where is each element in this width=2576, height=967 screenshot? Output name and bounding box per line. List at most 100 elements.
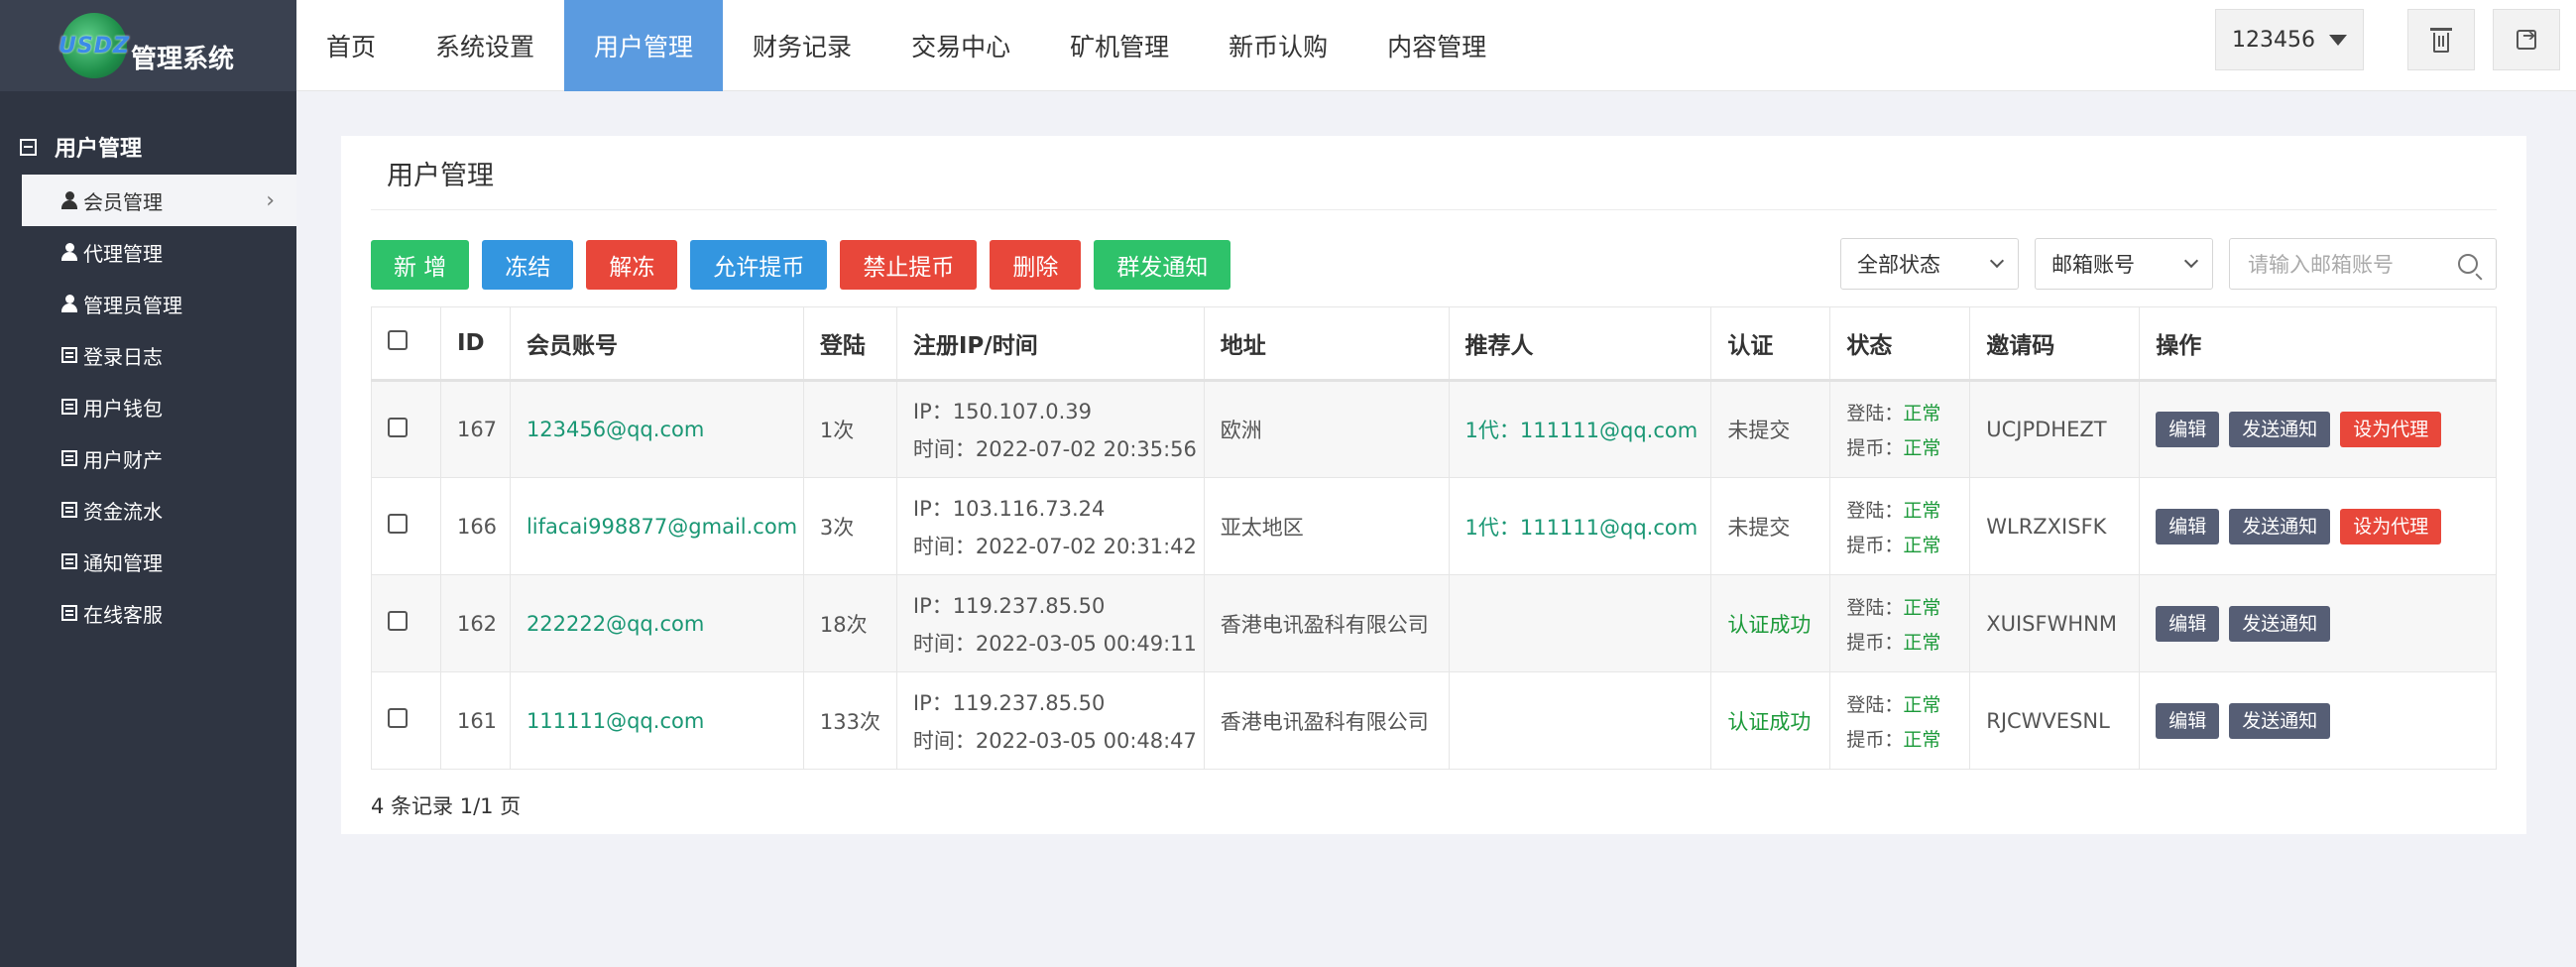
user-dropdown[interactable]: 123456 — [2215, 9, 2364, 70]
person-icon — [59, 243, 79, 261]
cell-referrer — [1448, 671, 1712, 770]
select-all-checkbox[interactable] — [388, 330, 408, 350]
cell-auth: 认证成功 — [1710, 671, 1831, 770]
sidebar-item-assets[interactable]: 用户财产 — [0, 432, 296, 484]
sidebar-item-login-log[interactable]: 登录日志 — [0, 329, 296, 381]
nav-trading[interactable]: 交易中心 — [881, 0, 1040, 91]
sidebar: USDZ 管理系统 用户管理 会员管理 › 代理管理 管理员管理 登录日志 用户… — [0, 0, 296, 967]
cell-status: 登陆：正常 提币：正常 — [1829, 574, 1971, 672]
cell-account[interactable]: 111111@qq.com — [509, 671, 804, 770]
cell-account[interactable]: lifacai998877@gmail.com — [509, 477, 804, 575]
cell-auth: 未提交 — [1710, 477, 1831, 575]
edit-button[interactable]: 编辑 — [2156, 605, 2220, 642]
send-notification-button[interactable]: 发送通知 — [2229, 702, 2331, 739]
cell-referrer[interactable]: 1代：111111@qq.com — [1448, 477, 1712, 575]
sidebar-group-user-management[interactable]: 用户管理 — [0, 119, 296, 175]
nav-user-management[interactable]: 用户管理 — [564, 0, 724, 91]
delete-button[interactable]: 删除 — [990, 240, 1082, 290]
send-notification-button[interactable]: 发送通知 — [2229, 412, 2331, 447]
col-header: 会员账号 — [509, 306, 804, 382]
nav-system-settings[interactable]: 系统设置 — [406, 0, 564, 91]
cell-referrer[interactable]: 1代：111111@qq.com — [1448, 380, 1712, 478]
col-header: 登陆 — [802, 306, 897, 382]
chevron-down-icon — [2183, 253, 2199, 269]
cell-status: 登陆：正常 提币：正常 — [1829, 477, 1971, 575]
broadcast-button[interactable]: 群发通知 — [1094, 240, 1231, 290]
nav-home[interactable]: 首页 — [296, 0, 406, 91]
withdraw-status-value: 正常 — [1903, 534, 1941, 556]
edit-button[interactable]: 编辑 — [2156, 412, 2220, 447]
reg-time: 时间：2022-07-02 20:31:42 — [912, 534, 1197, 558]
col-header: ID — [439, 306, 511, 382]
forbid-withdraw-button[interactable]: 禁止提币 — [840, 240, 978, 290]
row-checkbox[interactable] — [388, 514, 408, 534]
collapse-icon — [20, 138, 37, 156]
cell-id: 167 — [439, 380, 511, 478]
allow-withdraw-button[interactable]: 允许提币 — [690, 240, 828, 290]
withdraw-status-value: 正常 — [1903, 728, 1941, 751]
unfreeze-button[interactable]: 解冻 — [586, 240, 678, 290]
sidebar-item-admins[interactable]: 管理员管理 — [0, 278, 296, 329]
withdraw-status-value: 正常 — [1903, 437, 1941, 459]
sidebar-item-label: 用户钱包 — [83, 396, 163, 421]
reg-time: 时间：2022-03-05 00:49:11 — [912, 631, 1197, 656]
nav-content[interactable]: 内容管理 — [1357, 0, 1516, 91]
cell-account[interactable]: 123456@qq.com — [509, 380, 804, 478]
send-notification-button[interactable]: 发送通知 — [2229, 508, 2331, 544]
reg-ip: IP：150.107.0.39 — [912, 400, 1093, 423]
login-status: 登陆：正常 — [1846, 399, 1969, 425]
toolbar: 新 增 冻结 解冻 允许提币 禁止提币 删除 群发通知 全部状态 邮箱账号 请输… — [371, 238, 2497, 294]
cell-invite-code: UCJPDHEZT — [1969, 380, 2141, 478]
row-select-cell — [371, 574, 441, 672]
table-row: 162 222222@qq.com 18次 IP：119.237.85.50 时… — [371, 574, 2497, 672]
sidebar-item-label: 资金流水 — [83, 499, 163, 524]
login-status-label: 登陆： — [1846, 499, 1904, 522]
clear-cache-button[interactable] — [2407, 9, 2475, 70]
sidebar-item-wallet[interactable]: 用户钱包 — [0, 381, 296, 432]
set-agent-button[interactable]: 设为代理 — [2340, 508, 2442, 544]
list-icon — [59, 347, 79, 363]
sidebar-item-members[interactable]: 会员管理 › — [22, 175, 296, 226]
top-right-actions: 123456 — [2215, 9, 2560, 70]
nav-new-coin[interactable]: 新币认购 — [1199, 0, 1357, 91]
field-select[interactable]: 邮箱账号 — [2035, 238, 2213, 290]
caret-down-icon — [2328, 34, 2347, 46]
search-input[interactable]: 请输入邮箱账号 — [2229, 238, 2497, 290]
edit-button[interactable]: 编辑 — [2156, 702, 2220, 739]
nav-miners[interactable]: 矿机管理 — [1040, 0, 1199, 91]
edit-button[interactable]: 编辑 — [2156, 508, 2220, 544]
nav-finance[interactable]: 财务记录 — [723, 0, 881, 91]
col-header: 状态 — [1829, 306, 1971, 382]
status-select[interactable]: 全部状态 — [1840, 238, 2019, 290]
sidebar-item-cashflow[interactable]: 资金流水 — [0, 484, 296, 536]
search-placeholder: 请输入邮箱账号 — [2248, 253, 2394, 277]
app-title: 管理系统 — [131, 44, 235, 74]
sidebar-item-notifications[interactable]: 通知管理 — [0, 536, 296, 587]
cell-id: 161 — [439, 671, 511, 770]
send-notification-button[interactable]: 发送通知 — [2229, 605, 2331, 642]
add-button[interactable]: 新 增 — [371, 240, 470, 290]
row-checkbox[interactable] — [388, 611, 408, 631]
freeze-button[interactable]: 冻结 — [482, 240, 574, 290]
row-checkbox[interactable] — [388, 417, 408, 437]
cell-actions: 编辑 发送通知 设为代理 — [2139, 380, 2497, 478]
logo-text: USDZ — [59, 33, 130, 59]
cell-address: 香港电讯盈科有限公司 — [1203, 671, 1450, 770]
set-agent-button[interactable]: 设为代理 — [2340, 412, 2442, 447]
cell-id: 166 — [439, 477, 511, 575]
pagination-info: 4 条记录 1/1 页 — [371, 794, 522, 818]
cell-logins: 1次 — [802, 380, 897, 478]
cell-address: 亚太地区 — [1203, 477, 1450, 575]
chevron-down-icon — [1989, 253, 2005, 269]
cell-address: 欧洲 — [1203, 380, 1450, 478]
search-icon[interactable] — [2458, 254, 2478, 274]
content-card: 用户管理 新 增 冻结 解冻 允许提币 禁止提币 删除 群发通知 全部状态 邮箱… — [341, 136, 2526, 834]
sidebar-item-label: 用户财产 — [83, 447, 163, 472]
cell-account[interactable]: 222222@qq.com — [509, 574, 804, 672]
row-checkbox[interactable] — [388, 708, 408, 728]
sidebar-item-support[interactable]: 在线客服 — [0, 587, 296, 639]
list-icon — [59, 502, 79, 518]
login-status: 登陆：正常 — [1846, 593, 1969, 620]
logout-button[interactable] — [2493, 9, 2560, 70]
sidebar-item-agents[interactable]: 代理管理 — [0, 226, 296, 278]
